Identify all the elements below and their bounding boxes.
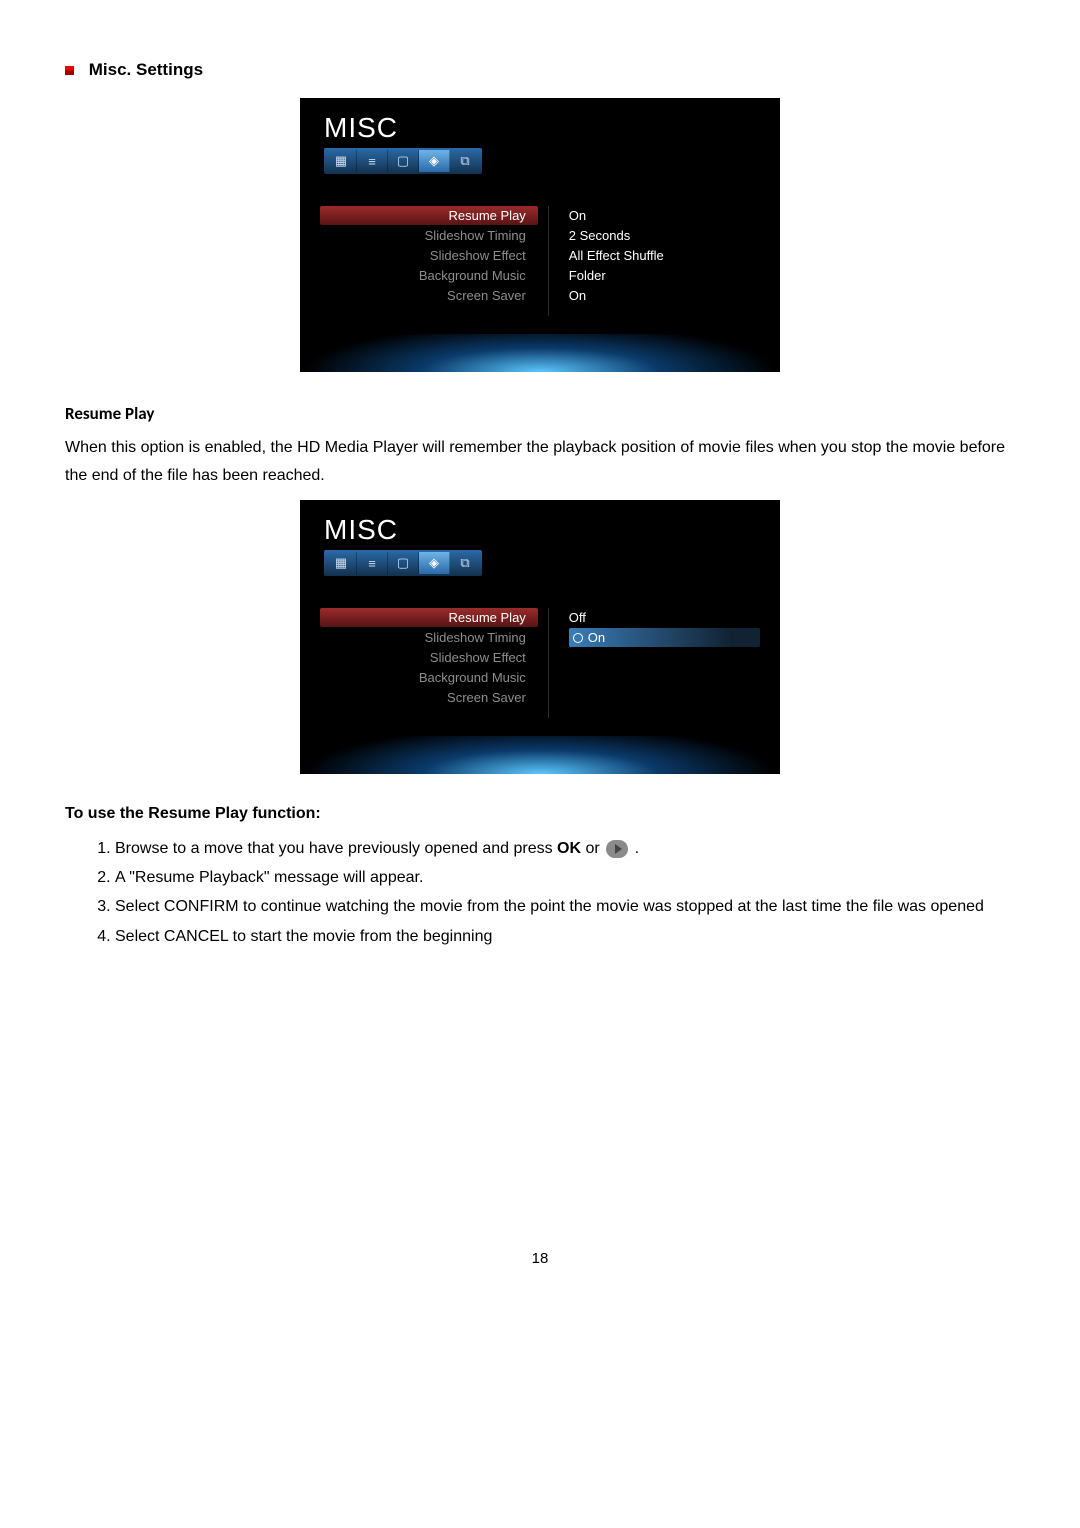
section-title: Misc. Settings: [65, 60, 1015, 80]
value-on-label: On: [588, 630, 605, 645]
screenshot-header: MISC ▦ ≡ ▢ ◈ ⧉: [300, 500, 780, 584]
value-slideshow-timing: 2 Seconds: [569, 226, 760, 245]
value-background-music: Folder: [569, 266, 760, 285]
step-1: Browse to a move that you have previousl…: [115, 835, 1015, 862]
tab-audio-icon: ≡: [357, 150, 388, 172]
play-button-icon: [606, 840, 628, 858]
resume-play-description: When this option is enabled, the HD Medi…: [65, 434, 1015, 490]
screenshot-2-container: MISC ▦ ≡ ▢ ◈ ⧉ Resume Play Slideshow Tim…: [65, 500, 1015, 779]
screenshot-body: Resume Play Slideshow Timing Slideshow E…: [300, 584, 780, 736]
step-1-text-d: .: [630, 840, 639, 857]
tab-row: ▦ ≡ ▢ ◈ ⧉: [324, 148, 482, 174]
misc-settings-screenshot-2: MISC ▦ ≡ ▢ ◈ ⧉ Resume Play Slideshow Tim…: [300, 500, 780, 774]
tab-audio-icon: ≡: [357, 552, 388, 574]
settings-left-column: Resume Play Slideshow Timing Slideshow E…: [320, 608, 549, 718]
tab-row: ▦ ≡ ▢ ◈ ⧉: [324, 550, 482, 576]
value-slideshow-effect: All Effect Shuffle: [569, 246, 760, 265]
tab-network-icon: ⧉: [450, 552, 480, 574]
resume-play-heading: Resume Play: [65, 403, 1015, 424]
step-4: Select CANCEL to start the movie from th…: [115, 923, 1015, 950]
screenshot-title: MISC: [324, 112, 756, 144]
glow-decoration: [300, 736, 780, 774]
option-slideshow-timing: Slideshow Timing: [320, 226, 538, 245]
use-resume-heading: To use the Resume Play function:: [65, 805, 1015, 823]
tab-video-icon: ▢: [388, 150, 419, 172]
steps-list: Browse to a move that you have previousl…: [87, 835, 1015, 950]
option-screen-saver: Screen Saver: [320, 688, 538, 707]
step-2: A "Resume Playback" message will appear.: [115, 864, 1015, 891]
value-screen-saver: On: [569, 286, 760, 305]
value-resume-play: On: [569, 206, 760, 225]
option-resume-play: Resume Play: [320, 206, 538, 225]
step-1-text-a: Browse to a move that you have previousl…: [115, 840, 557, 857]
tab-misc-icon: ◈: [419, 552, 450, 574]
tab-network-icon: ⧉: [450, 150, 480, 172]
step-3: Select CONFIRM to continue watching the …: [115, 893, 1015, 920]
tab-system-icon: ▦: [326, 150, 357, 172]
screenshot-header: MISC ▦ ≡ ▢ ◈ ⧉: [300, 98, 780, 182]
option-slideshow-effect: Slideshow Effect: [320, 648, 538, 667]
section-title-text: Misc. Settings: [89, 60, 203, 79]
misc-settings-screenshot-1: MISC ▦ ≡ ▢ ◈ ⧉ Resume Play Slideshow Tim…: [300, 98, 780, 372]
tab-misc-icon: ◈: [419, 150, 450, 172]
tab-system-icon: ▦: [326, 552, 357, 574]
glow-decoration: [300, 334, 780, 372]
step-1-text-c: or: [581, 840, 604, 857]
option-background-music: Background Music: [320, 668, 538, 687]
option-slideshow-effect: Slideshow Effect: [320, 246, 538, 265]
play-triangle-icon: [615, 844, 622, 854]
page-number: 18: [65, 1250, 1015, 1267]
option-screen-saver: Screen Saver: [320, 286, 538, 305]
bullet-icon: [65, 66, 74, 75]
screenshot-body: Resume Play Slideshow Timing Slideshow E…: [300, 182, 780, 334]
settings-left-column: Resume Play Slideshow Timing Slideshow E…: [320, 206, 549, 316]
radio-icon: [573, 633, 583, 643]
option-slideshow-timing: Slideshow Timing: [320, 628, 538, 647]
tab-video-icon: ▢: [388, 552, 419, 574]
settings-right-column: On 2 Seconds All Effect Shuffle Folder O…: [549, 206, 760, 316]
option-resume-play: Resume Play: [320, 608, 538, 627]
value-on-selected: On: [569, 628, 760, 647]
value-off: Off: [569, 608, 760, 627]
screenshot-1-container: MISC ▦ ≡ ▢ ◈ ⧉ Resume Play Slideshow Tim…: [65, 98, 1015, 377]
settings-right-column: Off On: [549, 608, 760, 718]
option-background-music: Background Music: [320, 266, 538, 285]
step-1-ok: OK: [557, 840, 581, 857]
screenshot-title: MISC: [324, 514, 756, 546]
